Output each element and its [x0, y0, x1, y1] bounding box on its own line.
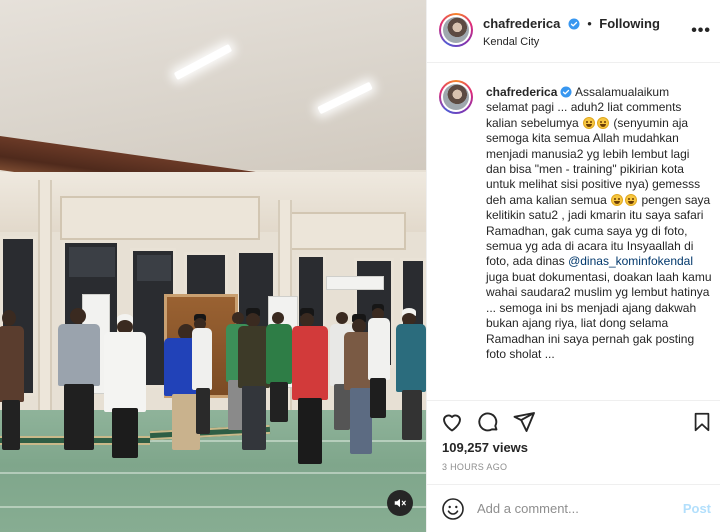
location-link[interactable]: Kendal City [483, 36, 539, 48]
caption-username[interactable]: chafrederica [486, 85, 557, 99]
like-button[interactable] [439, 409, 465, 435]
verified-badge-icon [560, 86, 572, 98]
post-timestamp[interactable]: 3 HOURS AGO [442, 462, 507, 472]
caption-area: chafrederica Assalamualaikum selamat pag… [427, 64, 720, 400]
save-button[interactable] [689, 409, 715, 435]
pillar [38, 180, 52, 410]
header-username[interactable]: chafrederica [483, 16, 560, 31]
verified-badge-icon [568, 18, 580, 30]
action-bar [427, 400, 720, 444]
caption-avatar[interactable] [439, 80, 473, 114]
header-user-line: chafrederica • Following [483, 15, 660, 33]
comment-bar: Post [427, 484, 720, 532]
grinning-emoji [597, 116, 610, 129]
emoji-button[interactable] [441, 497, 465, 521]
comment-button[interactable] [475, 409, 501, 435]
avatar[interactable] [439, 13, 473, 47]
caption-text-part: juga buat dokumentasi, doakan laah kamu … [486, 269, 712, 361]
grinning-emoji [611, 193, 624, 206]
caption-text: chafrederica Assalamualaikum selamat pag… [486, 85, 712, 362]
post-comment-button[interactable]: Post [683, 501, 711, 516]
more-options-button[interactable]: ••• [691, 22, 711, 40]
paper-plane-icon [513, 412, 535, 432]
view-count[interactable]: 109,257 views [442, 440, 528, 455]
heart-icon [443, 414, 461, 432]
air-conditioner [326, 276, 384, 290]
following-button[interactable]: Following [599, 16, 660, 31]
comment-input[interactable] [477, 497, 667, 519]
post-video[interactable] [0, 0, 426, 532]
grinning-emoji [583, 116, 596, 129]
post-sidebar: chafrederica • Following Kendal City •••… [426, 0, 720, 532]
share-button[interactable] [511, 409, 537, 435]
wall-panel [60, 196, 260, 240]
post-header: chafrederica • Following Kendal City ••• [427, 0, 720, 63]
speaker-muted-icon [394, 498, 406, 508]
mention-link[interactable]: @dinas_kominfokendal [568, 254, 693, 268]
smiley-icon [442, 498, 464, 520]
mute-button[interactable] [387, 490, 413, 516]
wall-panel [286, 212, 406, 250]
separator-dot: • [587, 16, 592, 31]
grinning-emoji [625, 193, 638, 206]
comment-icon [478, 412, 498, 432]
bookmark-icon [694, 412, 710, 432]
